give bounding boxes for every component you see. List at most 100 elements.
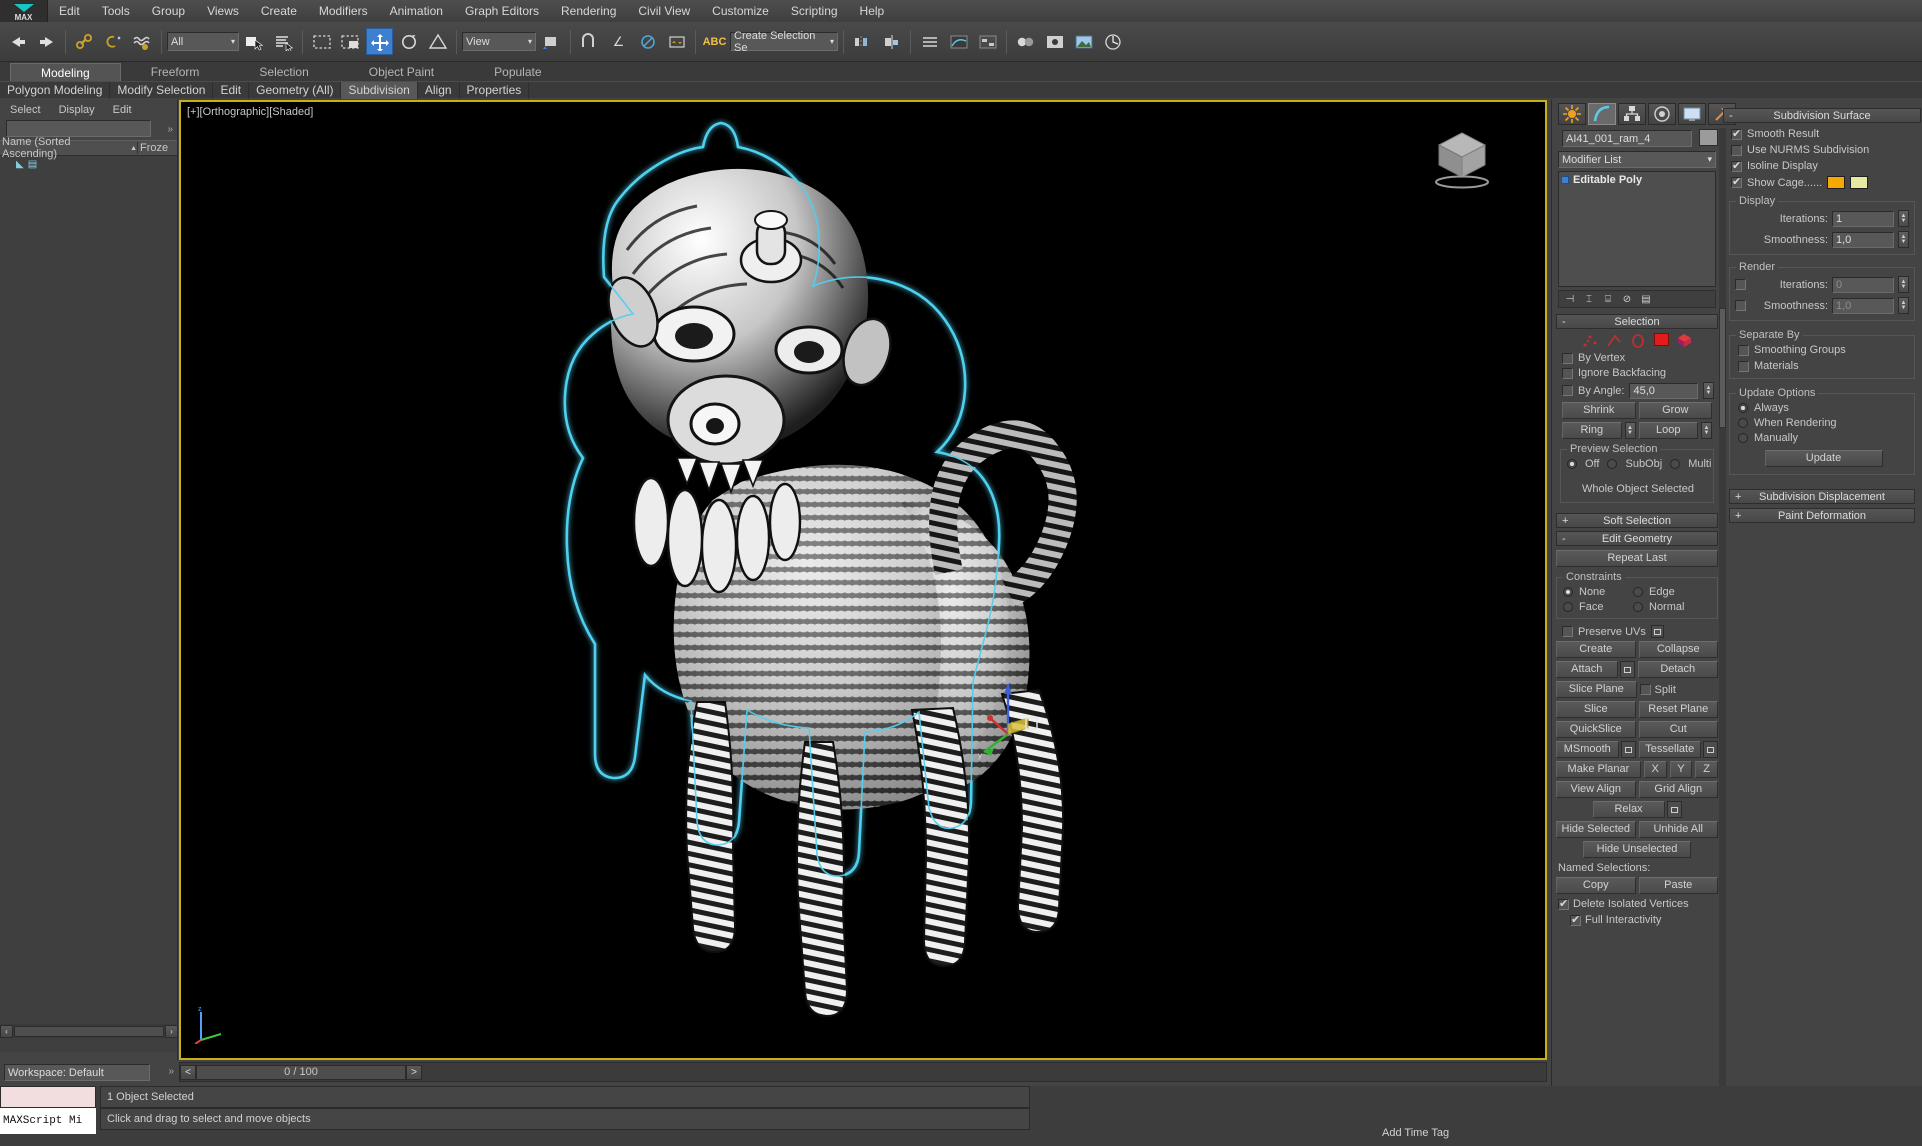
by-angle-checkbox[interactable] (1562, 385, 1573, 396)
layers-icon[interactable]: ▤ (28, 159, 37, 170)
tessellate-settings-icon[interactable] (1703, 741, 1718, 758)
collapse-button[interactable]: Collapse (1638, 641, 1718, 658)
render-iterations-input[interactable]: 0 (1832, 276, 1894, 293)
menu-item-views[interactable]: Views (196, 0, 250, 22)
hierarchy-tab[interactable] (1618, 103, 1646, 125)
render-smoothness-spinner[interactable]: ▲ ▼ (1898, 297, 1909, 314)
tessellate-button[interactable]: Tessellate (1638, 741, 1701, 758)
material-editor-icon[interactable] (1012, 28, 1039, 55)
object-name-input[interactable]: AI41_001_ram_4 (1562, 130, 1692, 147)
subdivision-displacement-rollout-header[interactable]: + Subdivision Displacement (1729, 489, 1915, 504)
workspace-selector[interactable]: Workspace: Default (4, 1064, 151, 1081)
paste-button[interactable]: Paste (1638, 877, 1718, 894)
display-iterations-input[interactable]: 1 (1832, 210, 1894, 227)
remove-modifier-icon[interactable]: ⊘ (1619, 292, 1635, 306)
ring-button[interactable]: Ring (1562, 422, 1622, 439)
percent-snap-icon[interactable] (634, 28, 661, 55)
menu-item-create[interactable]: Create (250, 0, 308, 22)
window-crossing-icon[interactable] (337, 28, 364, 55)
scene-explorer-list[interactable] (0, 172, 177, 1052)
edge-icon[interactable] (1606, 333, 1623, 348)
ribbon-tab-object-paint[interactable]: Object Paint (339, 63, 464, 81)
grid-align-button[interactable]: Grid Align (1638, 781, 1718, 798)
scroll-track[interactable] (14, 1025, 164, 1037)
make-planar-button[interactable]: Make Planar (1556, 761, 1641, 778)
update-always-radio[interactable] (1738, 403, 1748, 413)
bind-space-warp-icon[interactable] (129, 28, 156, 55)
redo-icon[interactable] (33, 28, 60, 55)
ribbon-tab-populate[interactable]: Populate (464, 63, 571, 81)
scroll-left-button[interactable]: ‹ (0, 1024, 13, 1038)
render-production-icon[interactable] (1099, 28, 1126, 55)
menu-item-graph-editors[interactable]: Graph Editors (454, 0, 550, 22)
loop-button[interactable]: Loop (1638, 422, 1698, 439)
link-icon[interactable] (71, 28, 98, 55)
select-by-name-icon[interactable] (270, 28, 297, 55)
menu-item-edit[interactable]: Edit (48, 0, 91, 22)
msmooth-button[interactable]: MSmooth (1556, 741, 1619, 758)
menu-item-animation[interactable]: Animation (379, 0, 454, 22)
hide-selected-button[interactable]: Hide Selected (1556, 821, 1636, 838)
scene-explorer-hscrollbar[interactable]: ‹ › (0, 1024, 178, 1038)
subdivision-surface-rollout-header[interactable]: - Subdivision Surface (1723, 108, 1921, 123)
ribbon-tab-selection[interactable]: Selection (229, 63, 338, 81)
constraint-face-radio[interactable] (1563, 602, 1573, 612)
snap-toggle-icon[interactable] (576, 28, 603, 55)
display-smoothness-input[interactable]: 1,0 (1832, 231, 1894, 248)
rendered-frame-window-icon[interactable] (1070, 28, 1097, 55)
quickslice-button[interactable]: QuickSlice (1556, 721, 1636, 738)
show-cage-checkbox[interactable] (1731, 175, 1742, 188)
render-smoothness-checkbox[interactable] (1735, 300, 1746, 311)
ribbon-tab-modeling[interactable]: Modeling (10, 63, 121, 81)
align-icon[interactable] (878, 28, 905, 55)
maxscript-mini-listener-input[interactable] (0, 1086, 96, 1108)
display-smoothness-spinner[interactable]: ▲ ▼ (1898, 231, 1909, 248)
preview-multi-radio[interactable] (1670, 459, 1681, 469)
column-header-name[interactable]: Name (Sorted Ascending) ▲ (0, 136, 137, 160)
smooth-result-checkbox[interactable] (1731, 127, 1742, 140)
max-logo-button[interactable]: MAX (0, 0, 48, 22)
view-cube[interactable] (1425, 127, 1499, 189)
preview-off-radio[interactable] (1567, 459, 1577, 469)
menu-item-customize[interactable]: Customize (701, 0, 780, 22)
explorer-menu-edit[interactable]: Edit (113, 104, 132, 116)
ribbon-panel-geometry-all[interactable]: Geometry (All) (249, 82, 342, 99)
select-and-move-icon[interactable] (366, 28, 393, 55)
undo-icon[interactable] (4, 28, 31, 55)
motion-tab[interactable] (1648, 103, 1676, 125)
ribbon-panel-subdivision[interactable]: Subdivision (341, 82, 418, 99)
hide-unselected-button[interactable]: Hide Unselected (1583, 841, 1691, 858)
reference-coordinate-dropdown[interactable]: View ▾ (462, 32, 536, 51)
use-pivot-center-icon[interactable] (538, 28, 565, 55)
show-end-result-icon[interactable]: ⌶ (1581, 292, 1597, 306)
create-button[interactable]: Create (1556, 641, 1636, 658)
show-cage-color-swatch-2[interactable] (1850, 176, 1869, 189)
explorer-menu-display[interactable]: Display (59, 104, 95, 116)
column-header-frozen[interactable]: Froze (137, 142, 177, 154)
expand-chevrons-icon[interactable]: » (168, 1066, 174, 1077)
model-render[interactable] (181, 102, 1545, 1058)
ribbon-tab-freeform[interactable]: Freeform (121, 63, 230, 81)
modifier-list-dropdown[interactable]: Modifier List ▾ (1558, 151, 1716, 168)
constraint-edge-radio[interactable] (1633, 587, 1643, 597)
selection-rollout-header[interactable]: - Selection (1556, 314, 1718, 329)
menu-item-civil-view[interactable]: Civil View (627, 0, 701, 22)
ribbon-panel-polygon-modeling[interactable]: Polygon Modeling (0, 82, 111, 99)
scene-explorer-search-input[interactable] (6, 120, 152, 137)
curve-editor-icon[interactable] (945, 28, 972, 55)
prev-frame-button[interactable]: < (180, 1064, 196, 1080)
update-manually-radio[interactable] (1738, 433, 1748, 443)
mirror-icon[interactable] (849, 28, 876, 55)
isoline-display-checkbox[interactable] (1731, 159, 1742, 172)
loop-spinner[interactable]: ▲ ▼ (1701, 422, 1712, 439)
current-frame-display[interactable]: 0 / 100 (196, 1064, 406, 1080)
materials-checkbox[interactable] (1738, 360, 1749, 372)
menu-item-scripting[interactable]: Scripting (780, 0, 849, 22)
preview-subobj-radio[interactable] (1607, 459, 1618, 469)
grow-button[interactable]: Grow (1638, 402, 1712, 419)
full-interactivity-checkbox[interactable] (1570, 913, 1581, 926)
relax-settings-icon[interactable] (1666, 801, 1682, 818)
all-objects-icon[interactable]: ◣ (16, 159, 24, 170)
polygon-icon[interactable] (1653, 333, 1669, 346)
constraint-none-radio[interactable] (1563, 587, 1573, 597)
